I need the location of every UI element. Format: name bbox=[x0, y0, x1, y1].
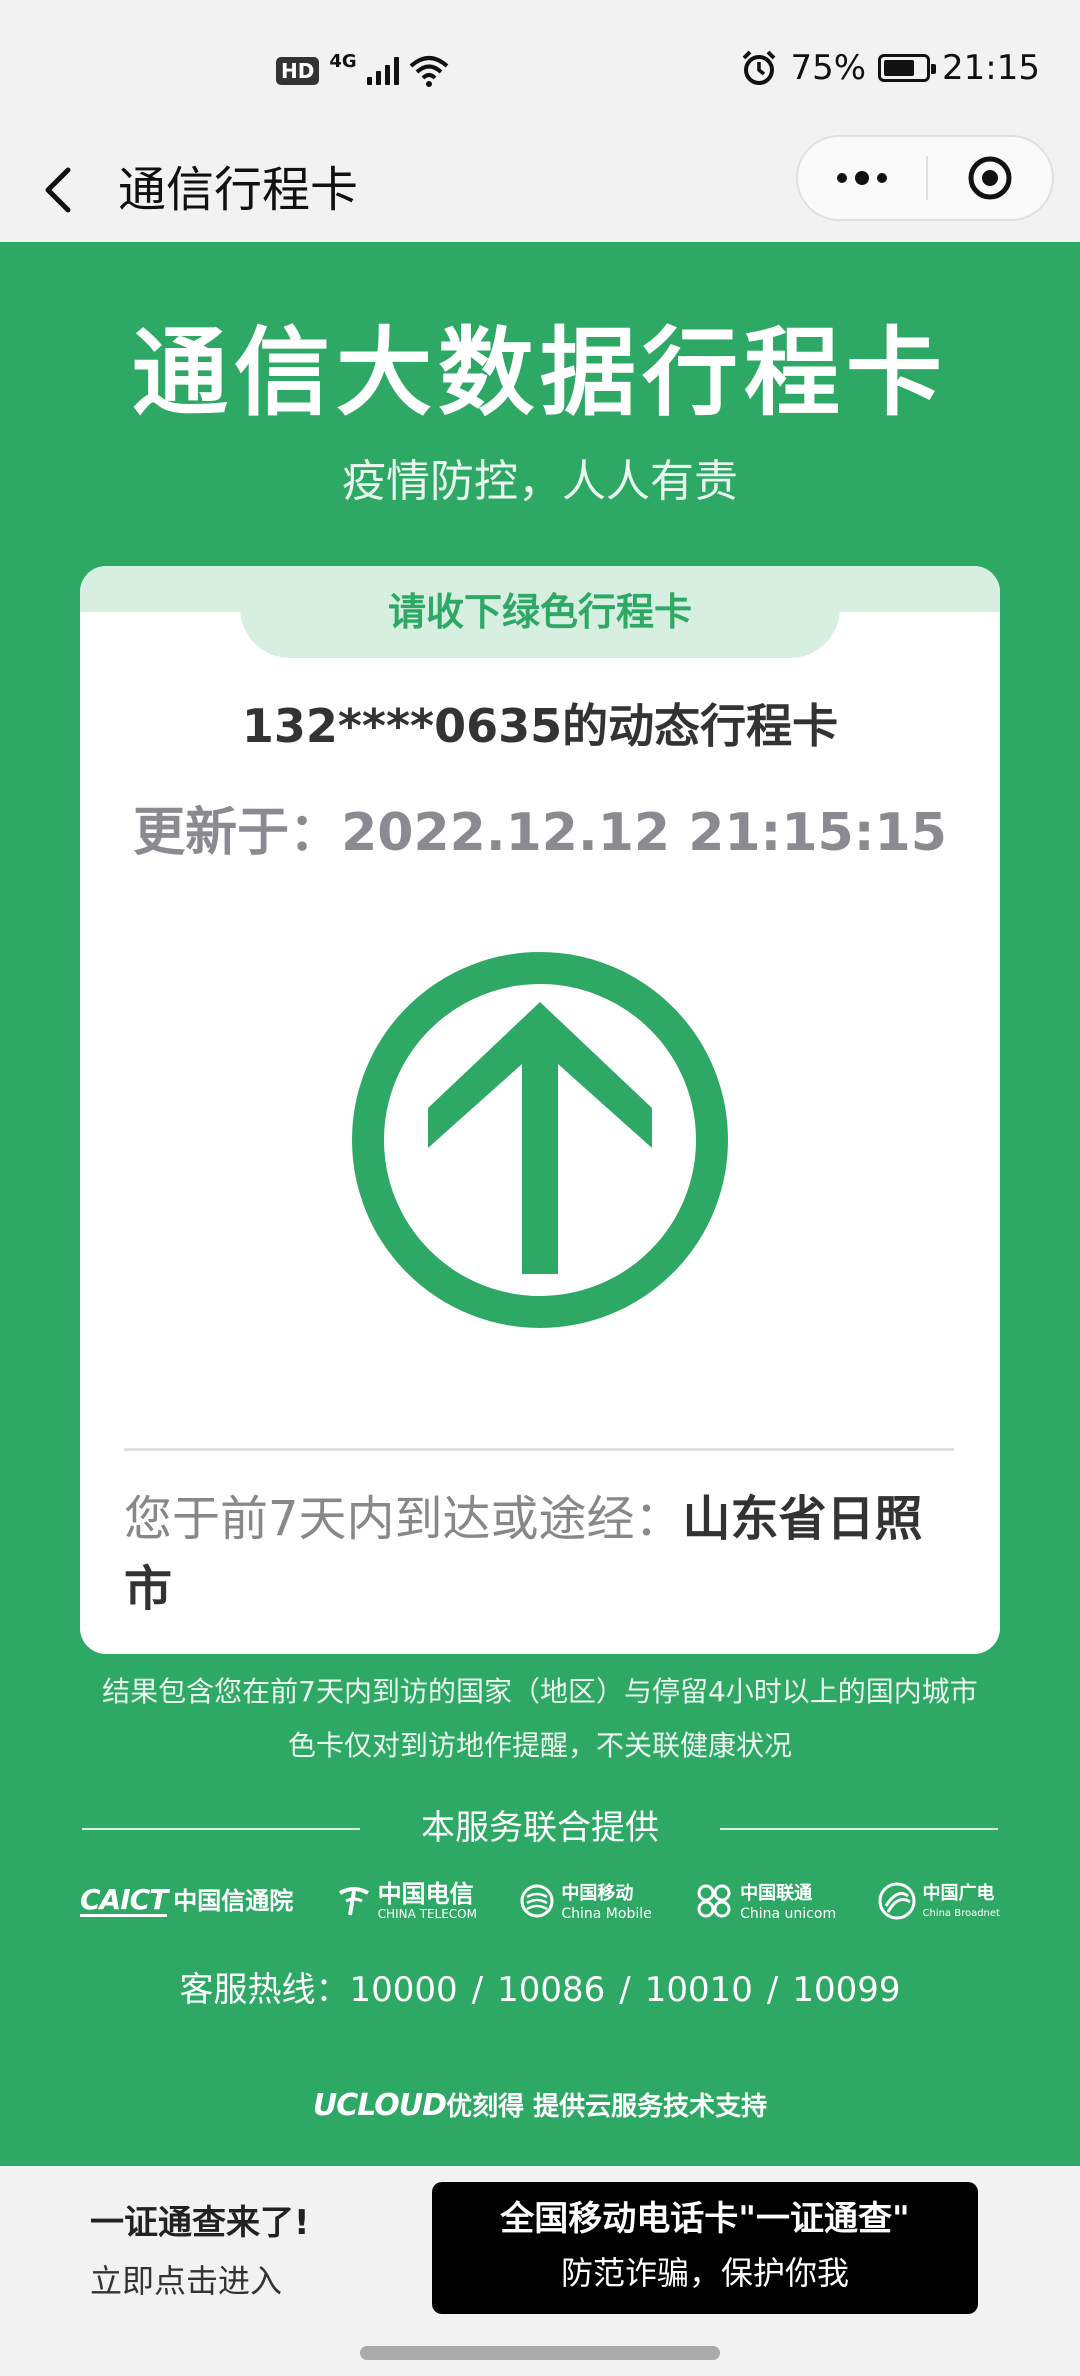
card-tab-label: 请收下绿色行程卡 bbox=[240, 566, 840, 658]
status-right: 75% 21:15 bbox=[740, 48, 1040, 88]
telecom-en: CHINA TELECOM bbox=[377, 1907, 477, 1921]
service-hotline: 客服热线：10000 / 10086 / 10010 / 10099 bbox=[0, 1966, 1080, 2014]
route-prefix: 您于前7天内到达或途经： bbox=[124, 1491, 683, 1547]
promo-banner-line-1: 全国移动电话卡"一证通查" bbox=[500, 2199, 910, 2239]
note-line-2: 色卡仅对到访地作提醒，不关联健康状况 bbox=[287, 1729, 792, 1762]
battery-icon bbox=[878, 54, 937, 82]
hotline-number: 10086 bbox=[497, 1970, 606, 2010]
hotline-separator: / bbox=[619, 1970, 631, 2010]
mobile-icon bbox=[520, 1884, 554, 1918]
unicom-name: 中国联通 bbox=[740, 1883, 813, 1904]
promo-banner-button[interactable]: 全国移动电话卡"一证通查" 防范诈骗，保护你我 bbox=[432, 2182, 978, 2314]
broadnet-name: 中国广电 bbox=[922, 1883, 995, 1904]
china-unicom-logo: 中国联通 China unicom bbox=[694, 1881, 836, 1921]
page-title: 通信行程卡 bbox=[118, 162, 359, 218]
hotline-number: 10099 bbox=[792, 1970, 901, 2010]
promo-title[interactable]: 一证通查来了! bbox=[90, 2200, 310, 2246]
china-broadnet-logo: 中国广电 China Broadnet bbox=[878, 1881, 1000, 1921]
target-icon[interactable] bbox=[928, 154, 1052, 202]
promo-banner-line-2: 防范诈骗，保护你我 bbox=[560, 2254, 849, 2292]
header-title: 通信大数据行程卡 bbox=[132, 317, 948, 429]
provider-logos: CAICT 中国信通院 中国电信 CHINA TELECOM 中国移动 Chin… bbox=[80, 1876, 1000, 1926]
heading-line-right bbox=[720, 1828, 998, 1830]
status-bar: HD 4G 75% 21:15 bbox=[0, 0, 1080, 140]
route-text: 您于前7天内到达或途经：山东省日照市 bbox=[124, 1484, 954, 1624]
hotline-label: 客服热线： bbox=[179, 1970, 350, 2010]
broadnet-en: China Broadnet bbox=[922, 1908, 1000, 1919]
hotline-separator: / bbox=[471, 1970, 484, 2010]
clock: 21:15 bbox=[942, 48, 1040, 88]
note-line-1: 结果包含您在前7天内到访的国家（地区）与停留4小时以上的国内城市 bbox=[102, 1675, 978, 1708]
china-mobile-logo: 中国移动 China Mobile bbox=[519, 1881, 652, 1922]
battery-percent: 75% bbox=[790, 48, 867, 88]
bottom-promo-bar: 一证通查来了! 立即点击进入 全国移动电话卡"一证通查" 防范诈骗，保护你我 bbox=[0, 2166, 1080, 2376]
header-subtitle: 疫情防控，人人有责 bbox=[342, 456, 738, 507]
hd-badge: HD bbox=[276, 57, 320, 85]
providers-heading: 本服务联合提供 bbox=[82, 1804, 998, 1852]
ucloud-text: 优刻得 提供云服务技术支持 bbox=[446, 2092, 768, 2122]
mobile-en: China Mobile bbox=[561, 1906, 652, 1922]
signal-icon bbox=[366, 57, 399, 85]
telecom-name: 中国电信 bbox=[377, 1880, 474, 1908]
itinerary-card: 请收下绿色行程卡 132****0635的动态行程卡 更新于：2022.12.1… bbox=[80, 566, 1000, 1654]
green-up-arrow-icon bbox=[352, 952, 728, 1328]
promo-subtitle[interactable]: 立即点击进入 bbox=[90, 2258, 282, 2304]
unicom-icon bbox=[697, 1884, 731, 1918]
alarm-icon bbox=[743, 50, 776, 85]
hotline-number: 10000 bbox=[349, 1970, 458, 2010]
card-divider bbox=[124, 1448, 954, 1451]
chevron-left-icon[interactable] bbox=[36, 160, 84, 220]
mini-program-capsule bbox=[796, 135, 1054, 221]
hotline-number: 10010 bbox=[644, 1970, 753, 2010]
caict-logo: CAICT 中国信通院 bbox=[80, 1882, 294, 1917]
china-telecom-logo: 中国电信 CHINA TELECOM bbox=[336, 1881, 477, 1921]
phone-line: 132****0635的动态行程卡 bbox=[241, 699, 839, 753]
mobile-name: 中国移动 bbox=[561, 1883, 634, 1904]
status-left: HD 4G bbox=[276, 50, 449, 88]
caict-name: 中国信通院 bbox=[173, 1887, 294, 1915]
caict-mark: CAICT bbox=[80, 1882, 168, 1917]
ucloud-credit: UCLOUD优刻得 提供云服务技术支持 bbox=[0, 2088, 1080, 2125]
hotline-separator: / bbox=[766, 1970, 779, 2010]
telecom-icon bbox=[338, 1887, 369, 1916]
more-dots-icon[interactable] bbox=[798, 137, 926, 219]
nav-bar: 通信行程卡 bbox=[0, 135, 1080, 242]
network-type: 4G bbox=[329, 50, 357, 72]
wifi-icon bbox=[409, 56, 448, 87]
ucloud-logo: UCLOUD bbox=[312, 2088, 447, 2123]
updated-time: 更新于：2022.12.12 21:15:15 bbox=[133, 803, 947, 863]
home-indicator[interactable] bbox=[360, 2346, 720, 2360]
broadnet-icon bbox=[878, 1882, 916, 1920]
unicom-en: China unicom bbox=[740, 1906, 837, 1922]
